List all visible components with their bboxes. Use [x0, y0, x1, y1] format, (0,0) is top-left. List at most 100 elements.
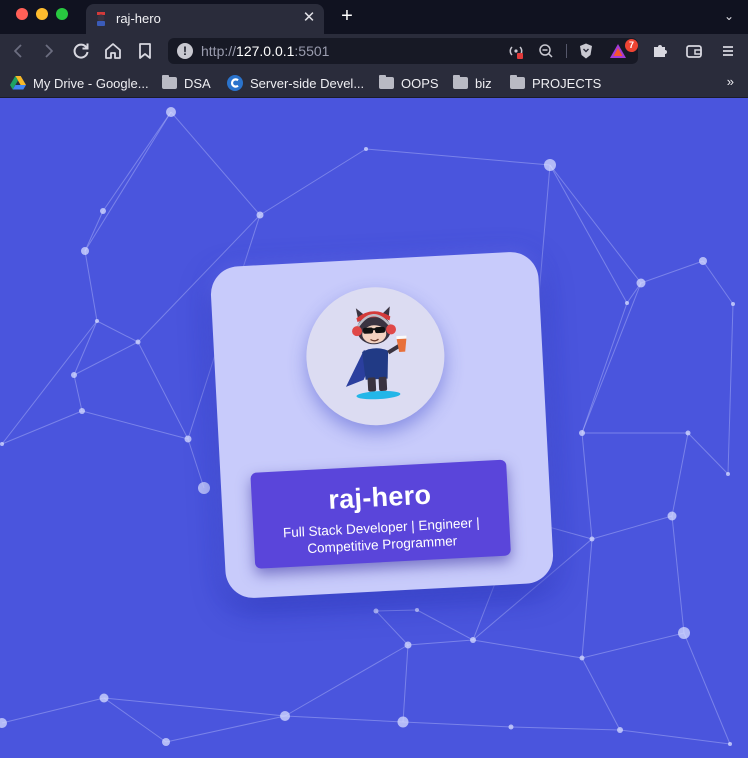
reload-button[interactable]: [69, 39, 93, 63]
bookmark-dsa[interactable]: DSA: [162, 74, 211, 92]
bookmark-label: My Drive - Google...: [33, 75, 149, 91]
network-node: [636, 278, 646, 288]
network-link: [81, 410, 189, 440]
navigation-toolbar: ! http://127.0.0.1:5501 7: [0, 34, 748, 68]
bookmark-my-drive[interactable]: My Drive - Google...: [10, 74, 149, 92]
rewards-count-badge: 7: [625, 39, 638, 52]
bookmark-server-side[interactable]: Server-side Devel...: [227, 74, 364, 92]
network-link: [640, 260, 704, 284]
network-link: [170, 111, 261, 216]
network-link: [549, 164, 628, 304]
folder-icon: [162, 75, 177, 89]
broadcast-icon[interactable]: [506, 42, 526, 60]
network-link: [472, 639, 583, 659]
network-node: [579, 430, 585, 436]
network-link: [103, 697, 286, 717]
network-node: [404, 641, 412, 649]
network-link: [687, 432, 729, 475]
network-node: [95, 319, 99, 323]
network-node: [166, 107, 176, 117]
new-tab-button[interactable]: +: [336, 4, 358, 28]
tab-list-chevron-icon[interactable]: ⌄: [720, 6, 738, 26]
network-link: [671, 515, 685, 634]
address-bar-divider: [566, 44, 567, 58]
network-link: [416, 609, 474, 641]
network-link: [581, 282, 642, 434]
network-link: [402, 644, 409, 723]
network-link: [727, 303, 734, 475]
network-node: [79, 408, 85, 414]
network-link: [96, 320, 139, 343]
wallet-button[interactable]: [682, 39, 706, 63]
network-link: [137, 341, 189, 440]
network-node: [135, 339, 141, 345]
network-link: [581, 657, 621, 731]
network-link: [375, 610, 409, 646]
back-button[interactable]: [6, 39, 30, 63]
bookmark-oops[interactable]: OOPS: [379, 74, 439, 92]
hamburger-menu-icon: [723, 46, 733, 56]
network-node: [667, 511, 677, 521]
network-node: [731, 302, 735, 306]
network-node: [256, 211, 264, 219]
network-link: [73, 374, 83, 412]
profile-name: raj-hero: [327, 479, 432, 515]
url-host: 127.0.0.1: [236, 43, 295, 59]
brave-shields-icon[interactable]: [576, 42, 596, 60]
network-link: [73, 320, 98, 376]
minimize-window-button[interactable]: [36, 8, 48, 20]
network-link: [73, 341, 139, 376]
network-node: [617, 727, 623, 733]
network-link: [284, 715, 404, 723]
tab-close-icon[interactable]: ✕: [300, 8, 318, 28]
profile-role: Full Stack Developer | Engineer | Compet…: [282, 515, 481, 557]
home-button[interactable]: [101, 39, 125, 63]
network-node: [699, 257, 707, 265]
network-node: [162, 738, 170, 746]
network-link: [549, 164, 642, 284]
network-node: [544, 159, 556, 171]
network-link: [187, 438, 205, 489]
profile-card: raj-hero Full Stack Developer | Engineer…: [209, 250, 555, 600]
network-node: [726, 472, 730, 476]
network-node: [184, 435, 192, 443]
site-info-icon[interactable]: !: [177, 43, 193, 59]
network-link: [581, 632, 685, 659]
wallet-icon: [686, 45, 702, 58]
zoom-out-icon[interactable]: [536, 42, 556, 60]
tab-raj-hero[interactable]: raj-hero ✕: [86, 4, 324, 34]
main-menu-button[interactable]: [716, 39, 740, 63]
url-text[interactable]: http://127.0.0.1:5501: [201, 43, 329, 59]
network-link: [84, 250, 98, 322]
back-arrow-icon: [14, 44, 22, 58]
bookmark-projects[interactable]: PROJECTS: [510, 74, 601, 92]
zoom-window-button[interactable]: [56, 8, 68, 20]
avatar: [302, 283, 448, 429]
network-node: [81, 247, 89, 255]
network-node: [470, 637, 476, 643]
network-link: [102, 111, 172, 212]
network-link: [84, 210, 104, 252]
tab-title: raj-hero: [116, 11, 161, 26]
network-node: [0, 442, 4, 446]
network-link: [165, 715, 286, 743]
network-node: [579, 655, 585, 661]
bookmark-biz[interactable]: biz: [453, 74, 492, 92]
close-window-button[interactable]: [16, 8, 28, 20]
forward-button[interactable]: [37, 39, 61, 63]
network-link: [375, 609, 418, 612]
network-link: [407, 639, 474, 646]
network-link: [402, 721, 512, 728]
bookmark-page-button[interactable]: [133, 39, 157, 63]
extensions-button[interactable]: [648, 39, 672, 63]
network-link: [671, 432, 689, 517]
folder-icon: [510, 75, 525, 89]
title-bar: raj-hero ✕ + ⌄: [0, 0, 748, 34]
network-link: [284, 644, 409, 717]
more-bookmarks-chevron-icon[interactable]: »: [727, 74, 734, 89]
network-link: [581, 302, 628, 434]
bookmark-label: Server-side Devel...: [250, 75, 365, 91]
network-link: [103, 697, 167, 743]
folder-icon: [453, 75, 468, 89]
address-bar[interactable]: ! http://127.0.0.1:5501 7: [168, 38, 638, 64]
